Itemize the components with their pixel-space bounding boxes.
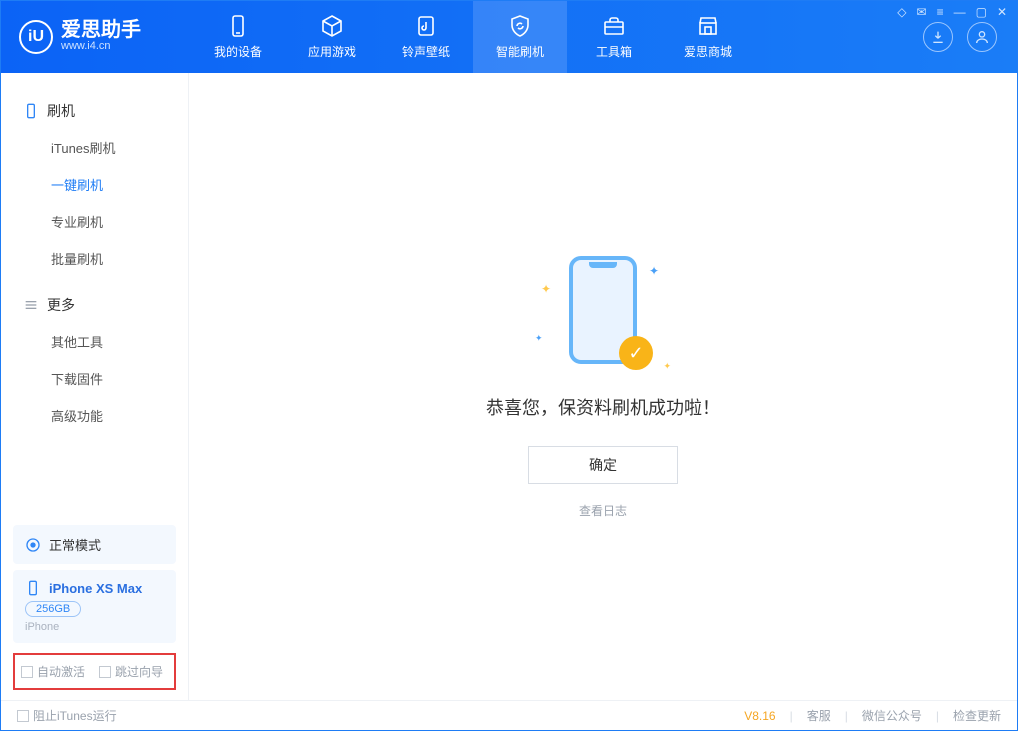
user-button[interactable]	[967, 22, 997, 52]
success-illustration: ✓ ✦ ✦ ✦ ✦	[533, 254, 673, 374]
section-label: 刷机	[47, 101, 75, 121]
skip-guide-checkbox[interactable]: 跳过向导	[99, 663, 163, 680]
nav-apps-games[interactable]: 应用游戏	[285, 1, 379, 73]
mode-card[interactable]: 正常模式	[13, 525, 176, 564]
check-update-link[interactable]: 检查更新	[953, 707, 1001, 724]
sidebar-item-oneclick-flash[interactable]: 一键刷机	[1, 166, 188, 203]
phone-icon	[226, 14, 250, 38]
sidebar-item-pro-flash[interactable]: 专业刷机	[1, 203, 188, 240]
sidebar-section-more: 更多	[1, 287, 188, 323]
window-controls: ◇ ✉ ≡ — ▢ ✕	[897, 5, 1007, 19]
device-icon	[25, 580, 41, 596]
divider: |	[845, 709, 848, 723]
device-card[interactable]: iPhone XS Max 256GB iPhone	[13, 570, 176, 643]
skin-icon[interactable]: ◇	[897, 5, 906, 19]
wechat-link[interactable]: 微信公众号	[862, 707, 922, 724]
shield-sync-icon	[508, 14, 532, 38]
nav-label: 应用游戏	[308, 43, 356, 60]
sidebar-item-advanced[interactable]: 高级功能	[1, 397, 188, 434]
section-label: 更多	[47, 295, 75, 315]
sidebar-item-batch-flash[interactable]: 批量刷机	[1, 240, 188, 277]
device-type: iPhone	[25, 621, 164, 633]
list-icon	[23, 297, 39, 313]
app-url: www.i4.cn	[61, 40, 141, 53]
sidebar-item-download-firmware[interactable]: 下载固件	[1, 360, 188, 397]
version-label: V8.16	[744, 709, 775, 723]
device-name: iPhone XS Max	[49, 581, 142, 596]
statusbar: 阻止iTunes运行 V8.16 | 客服 | 微信公众号 | 检查更新	[1, 700, 1017, 730]
nav-my-device[interactable]: 我的设备	[191, 1, 285, 73]
flash-options-highlight: 自动激活 跳过向导	[13, 653, 176, 690]
app-logo-icon: iU	[19, 20, 53, 54]
nav-smart-flash[interactable]: 智能刷机	[473, 1, 567, 73]
nav-label: 铃声壁纸	[402, 43, 450, 60]
check-badge-icon: ✓	[619, 336, 653, 370]
checkbox-label: 跳过向导	[115, 663, 163, 680]
nav-label: 智能刷机	[496, 43, 544, 60]
sparkle-icon: ✦	[535, 333, 543, 344]
main-content: ✓ ✦ ✦ ✦ ✦ 恭喜您，保资料刷机成功啦！ 确定 查看日志	[189, 73, 1017, 700]
auto-activate-checkbox[interactable]: 自动激活	[21, 663, 85, 680]
prevent-itunes-checkbox[interactable]: 阻止iTunes运行	[17, 707, 117, 724]
success-message: 恭喜您，保资料刷机成功啦！	[486, 394, 720, 420]
nav-ringtone-wallpaper[interactable]: 铃声壁纸	[379, 1, 473, 73]
titlebar: iU 爱思助手 www.i4.cn 我的设备 应用游戏 铃声壁纸 智能刷机	[1, 1, 1017, 73]
support-link[interactable]: 客服	[807, 707, 831, 724]
nav-label: 工具箱	[596, 43, 632, 60]
checkbox-label: 阻止iTunes运行	[33, 707, 117, 724]
phone-small-icon	[23, 103, 39, 119]
nav-label: 爱思商城	[684, 43, 732, 60]
sidebar-item-other-tools[interactable]: 其他工具	[1, 323, 188, 360]
mode-icon	[25, 537, 41, 553]
toolbox-icon	[602, 14, 626, 38]
store-icon	[696, 14, 720, 38]
nav-label: 我的设备	[214, 43, 262, 60]
sidebar-section-flash: 刷机	[1, 93, 188, 129]
sparkle-icon: ✦	[663, 361, 671, 372]
user-icon	[974, 29, 990, 45]
body-area: 刷机 iTunes刷机 一键刷机 专业刷机 批量刷机 更多 其他工具 下载固件 …	[1, 73, 1017, 700]
cube-icon	[320, 14, 344, 38]
sidebar: 刷机 iTunes刷机 一键刷机 专业刷机 批量刷机 更多 其他工具 下载固件 …	[1, 73, 189, 700]
download-button[interactable]	[923, 22, 953, 52]
download-icon	[930, 29, 946, 45]
top-nav: 我的设备 应用游戏 铃声壁纸 智能刷机 工具箱 爱思商城	[191, 1, 755, 73]
divider: |	[790, 709, 793, 723]
nav-toolbox[interactable]: 工具箱	[567, 1, 661, 73]
feedback-icon[interactable]: ✉	[917, 5, 927, 19]
view-log-link[interactable]: 查看日志	[579, 502, 627, 519]
mode-label: 正常模式	[49, 535, 101, 554]
sidebar-item-itunes-flash[interactable]: iTunes刷机	[1, 129, 188, 166]
logo-block: iU 爱思助手 www.i4.cn	[1, 1, 191, 73]
divider: |	[936, 709, 939, 723]
minimize-button[interactable]: —	[954, 5, 966, 19]
app-window: iU 爱思助手 www.i4.cn 我的设备 应用游戏 铃声壁纸 智能刷机	[0, 0, 1018, 731]
checkbox-label: 自动激活	[37, 663, 85, 680]
ok-button[interactable]: 确定	[528, 446, 678, 484]
app-name: 爱思助手	[61, 20, 141, 40]
music-file-icon	[414, 14, 438, 38]
close-button[interactable]: ✕	[997, 5, 1007, 19]
menu-icon[interactable]: ≡	[937, 5, 944, 19]
maximize-button[interactable]: ▢	[976, 5, 987, 19]
device-capacity: 256GB	[25, 601, 81, 617]
nav-store[interactable]: 爱思商城	[661, 1, 755, 73]
sparkle-icon: ✦	[541, 282, 551, 296]
sparkle-icon: ✦	[649, 264, 659, 278]
